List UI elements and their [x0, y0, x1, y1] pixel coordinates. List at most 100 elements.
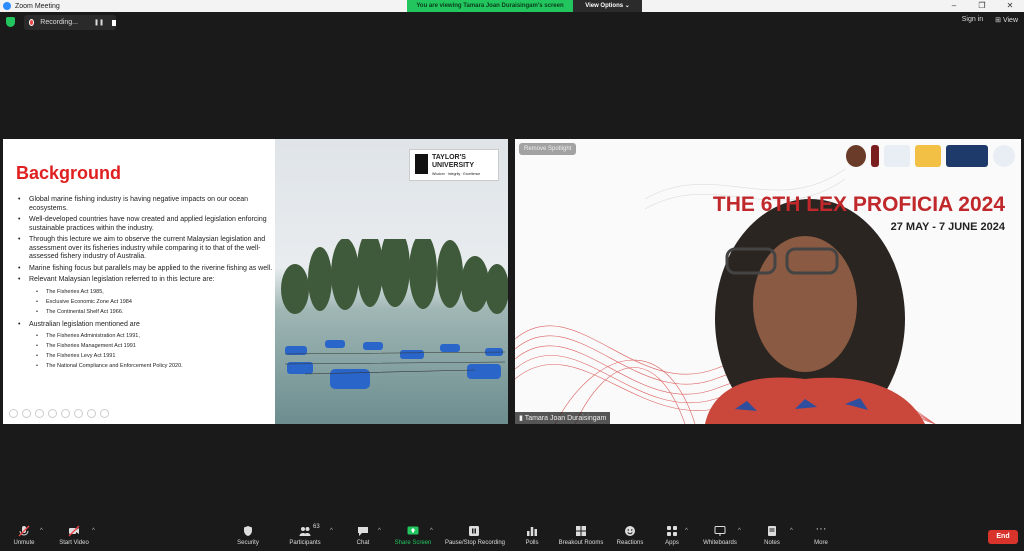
security-button[interactable]: Security — [232, 519, 264, 546]
slide-bullet: Through this lecture we aim to observe t… — [16, 236, 275, 262]
pause-stop-recording-button[interactable]: Pause/Stop Recording — [443, 519, 507, 546]
notes-icon — [768, 526, 776, 536]
slide-subbullet: The Fisheries Management Act 1991 — [16, 342, 275, 351]
share-screen-icon — [407, 526, 419, 535]
signal-icon: ▮ — [519, 415, 523, 422]
chat-chevron-icon[interactable]: ^ — [378, 528, 381, 534]
screen-share-banner: You are viewing Tamara Joan Duraisingam'… — [407, 0, 642, 12]
slide-bullet: Global marine fishing industry is having… — [16, 196, 275, 213]
trees-image — [281, 239, 508, 314]
event-background-image — [515, 168, 936, 424]
mic-muted-icon — [18, 525, 30, 537]
recording-label: Recording... — [40, 19, 79, 26]
apps-button[interactable]: Apps — [661, 519, 683, 546]
polls-icon — [527, 527, 537, 536]
more-icon[interactable] — [100, 409, 109, 418]
sponsor-logo-icon — [846, 145, 866, 167]
camera-icon[interactable] — [87, 409, 96, 418]
slide-text: Background Global marine fishing industr… — [3, 139, 275, 424]
minimize-icon[interactable]: – — [940, 0, 968, 12]
taylors-shield-icon — [415, 154, 428, 174]
audio-options-chevron-icon[interactable]: ^ — [40, 528, 43, 534]
share-chevron-icon[interactable]: ^ — [430, 528, 433, 534]
maximize-icon[interactable]: ❐ — [968, 0, 996, 12]
sponsor-logo-icon — [993, 145, 1015, 167]
window-title: Zoom Meeting — [15, 2, 60, 10]
share-screen-button[interactable]: Share Screen — [392, 519, 434, 546]
breakout-rooms-icon — [576, 526, 586, 536]
meeting-toolbar: Unmute ^ Start Video ^ Security Particip… — [0, 519, 1024, 551]
subtitles-icon[interactable] — [74, 409, 83, 418]
slide-subbullet: The Fisheries Administration Act 1991, — [16, 332, 275, 341]
apps-icon — [667, 526, 677, 536]
slide-subbullet: Exclusive Economic Zone Act 1984 — [16, 298, 275, 307]
notes-button[interactable]: Notes — [760, 519, 784, 546]
reactions-button[interactable]: Reactions — [614, 519, 646, 546]
participants-count: 63 — [313, 524, 320, 530]
chat-button[interactable]: Chat — [352, 519, 374, 546]
more-dots-icon: ··· — [815, 523, 827, 535]
slide-bullet: Marine fishing focus but parallels may b… — [16, 265, 275, 274]
sponsor-logo-icon — [946, 145, 988, 167]
slide-bullet: Relevant Malaysian legislation referred … — [16, 276, 275, 285]
taylors-university-logo: TAYLOR'S UNIVERSITY Wisdom · Integrity ·… — [409, 149, 499, 181]
fish-farm-photo: TAYLOR'S UNIVERSITY Wisdom · Integrity ·… — [275, 139, 508, 424]
video-off-icon — [68, 525, 80, 537]
slide-subbullet: The National Compliance and Enforcement … — [16, 362, 275, 371]
chat-icon — [358, 527, 368, 536]
shared-slide: Background Global marine fishing industr… — [3, 139, 508, 424]
participants-icon — [299, 527, 311, 536]
sponsor-logo-icon — [915, 145, 941, 167]
start-video-button[interactable]: Start Video — [55, 519, 93, 546]
more-button[interactable]: ··· More — [810, 519, 832, 547]
event-dates: 27 MAY - 7 JUNE 2024 — [890, 221, 1005, 233]
pen-icon[interactable] — [35, 409, 44, 418]
slides-icon[interactable] — [48, 409, 57, 418]
sponsor-logo-icon — [884, 145, 910, 167]
view-button[interactable]: ⊞ View — [995, 16, 1018, 24]
viewing-label: You are viewing Tamara Joan Duraisingam'… — [407, 0, 573, 12]
reactions-icon — [625, 526, 635, 536]
prev-slide-icon[interactable] — [9, 409, 18, 418]
unmute-button[interactable]: Unmute — [8, 519, 40, 546]
close-icon[interactable]: ✕ — [996, 0, 1024, 12]
slide-subbullet: The Fisheries Levy Act 1991 — [16, 352, 275, 361]
slide-title: Background — [16, 163, 122, 183]
participant-nameplate: ▮ Tamara Joan Duraisingam — [515, 412, 611, 424]
encryption-shield-icon[interactable] — [6, 17, 15, 27]
view-options-button[interactable]: View Options ⌄ — [573, 0, 642, 12]
slide-subbullet: The Continental Shelf Act 1966. — [16, 308, 275, 317]
zoom-logo-icon — [3, 2, 11, 10]
security-shield-icon — [244, 526, 252, 536]
slide-bullet: Well-developed countries have now create… — [16, 216, 275, 233]
whiteboards-chevron-icon[interactable]: ^ — [738, 528, 741, 534]
topright-controls: Sign in ⊞ View — [962, 16, 1018, 24]
participants-chevron-icon[interactable]: ^ — [330, 528, 333, 534]
sponsor-logo-icon — [871, 145, 879, 167]
breakout-rooms-button[interactable]: Breakout Rooms — [557, 519, 605, 546]
slide-bullet: Australian legislation mentioned are — [16, 321, 275, 330]
notes-chevron-icon[interactable]: ^ — [790, 528, 793, 534]
apps-chevron-icon[interactable]: ^ — [685, 528, 688, 534]
fish-cages-image — [284, 340, 506, 389]
record-dot-icon — [29, 19, 35, 26]
polls-button[interactable]: Polls — [521, 519, 543, 546]
stop-recording-icon[interactable] — [112, 19, 116, 26]
sign-in-button[interactable]: Sign in — [962, 16, 983, 24]
recording-indicator: Recording... ❚❚ — [24, 15, 116, 30]
slide-subbullet: The Fisheries Act 1985, — [16, 288, 275, 297]
meeting-topbar: Recording... ❚❚ — [0, 12, 1024, 32]
whiteboards-button[interactable]: Whiteboards — [700, 519, 740, 546]
remove-spotlight-button[interactable]: Remove Spotlight — [519, 143, 577, 155]
event-title: THE 6TH LEX PROFICIA 2024 — [712, 193, 1005, 216]
sponsor-logos — [846, 145, 1015, 167]
pause-recording-icon[interactable]: ❚❚ — [94, 19, 104, 26]
slide-nav-controls[interactable] — [9, 409, 109, 418]
whiteboard-icon — [714, 526, 726, 536]
speaker-video-tile: THE 6TH LEX PROFICIA 2024 27 MAY - 7 JUN… — [515, 139, 1021, 424]
end-meeting-button[interactable]: End — [988, 530, 1018, 544]
zoom-icon[interactable] — [61, 409, 70, 418]
video-options-chevron-icon[interactable]: ^ — [92, 528, 95, 534]
pause-stop-icon — [469, 526, 479, 536]
next-slide-icon[interactable] — [22, 409, 31, 418]
